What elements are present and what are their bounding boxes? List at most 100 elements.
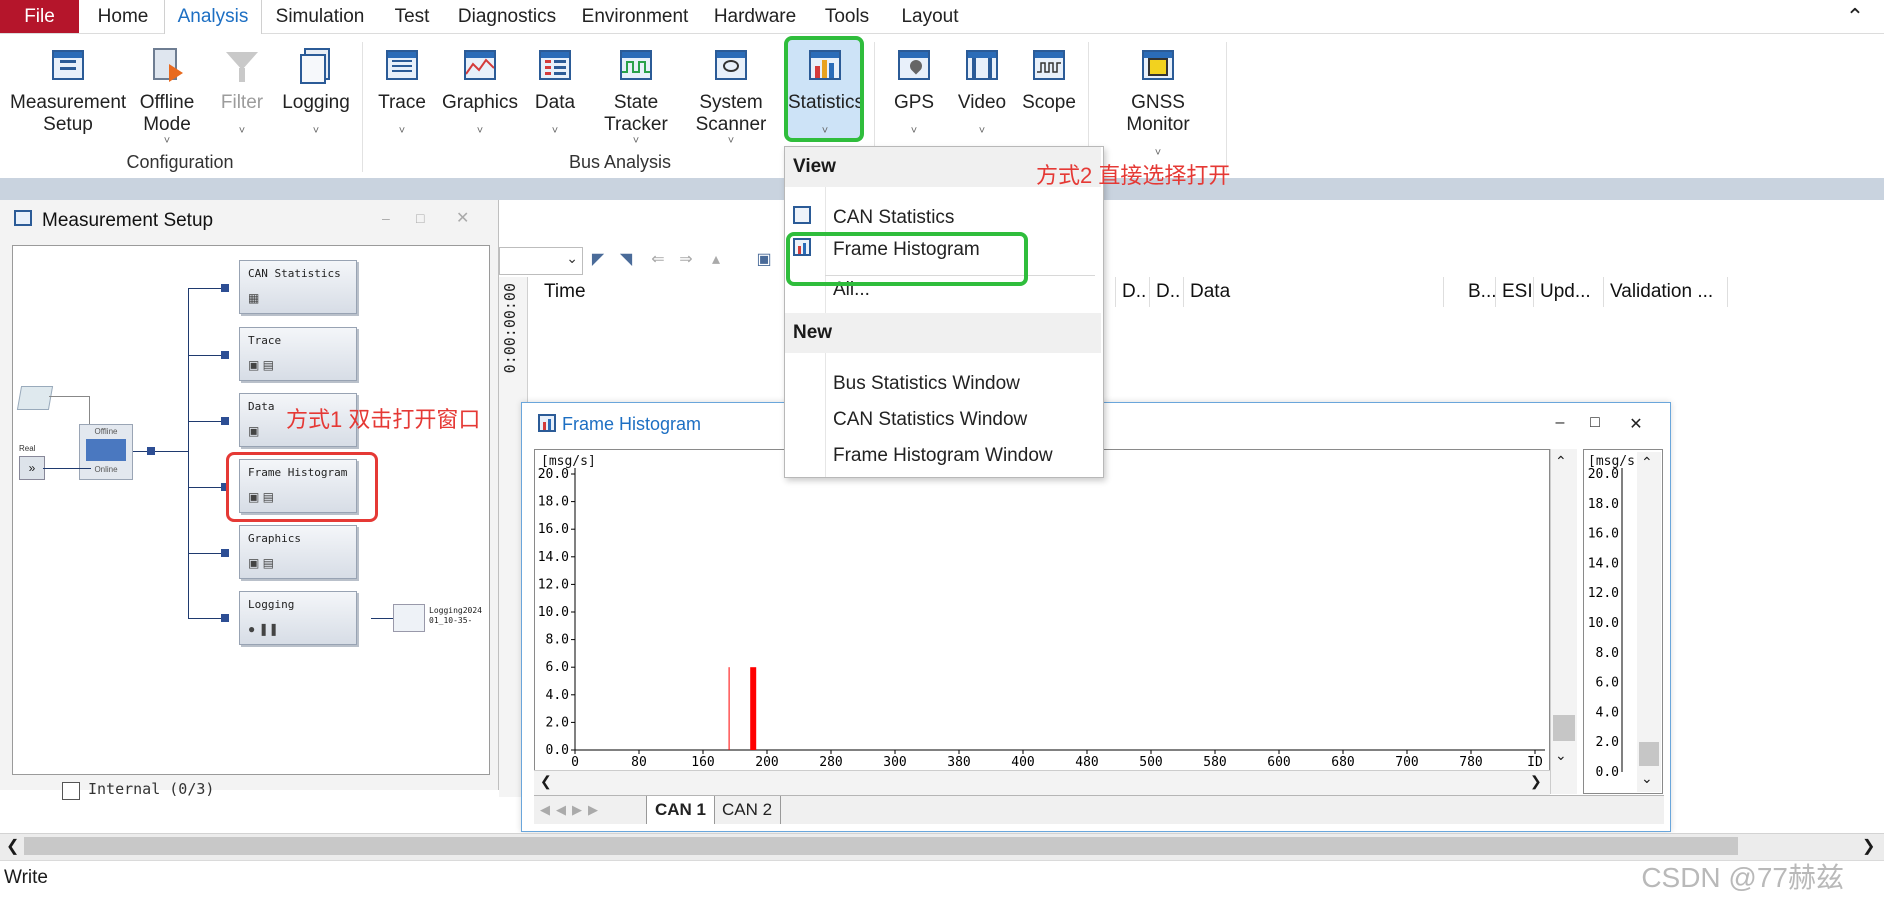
video-button[interactable]: Video ˅: [952, 34, 1012, 137]
x-tick-label: 280: [819, 755, 842, 770]
chevron-up-icon[interactable]: ⌃: [1555, 453, 1567, 470]
column-update[interactable]: Upd...: [1534, 277, 1604, 307]
collapse-ribbon-icon[interactable]: ⌃: [1840, 0, 1870, 33]
trace-icon: [382, 46, 422, 86]
real-source-icon[interactable]: »: [19, 456, 45, 480]
connector-node[interactable]: [221, 417, 229, 425]
binoculars-icon[interactable]: ◥: [615, 249, 637, 271]
block-logging[interactable]: Logging ● ❚❚: [239, 591, 357, 645]
binoculars-icon[interactable]: ◤: [587, 249, 609, 271]
maximize-icon[interactable]: □: [1585, 414, 1605, 432]
chevron-down-icon: ˅: [727, 135, 735, 147]
menu-diagnostics[interactable]: Diagnostics: [452, 0, 562, 33]
secondary-y-tick-label: 12.0: [1588, 586, 1619, 601]
connector-node[interactable]: [221, 284, 229, 292]
menu-simulation[interactable]: Simulation: [268, 0, 372, 33]
menu-item-can-statistics[interactable]: CAN Statistics: [833, 207, 954, 229]
menu-environment[interactable]: Environment: [576, 0, 694, 33]
tab-navigation-icons[interactable]: ◀◀▶▶: [540, 802, 604, 818]
column-brs[interactable]: B...: [1462, 277, 1497, 307]
column-validation[interactable]: Validation ...: [1604, 277, 1728, 307]
arrow-right-icon[interactable]: ⇒: [675, 249, 697, 271]
scope-button[interactable]: Scope: [1018, 34, 1080, 114]
column-data[interactable]: Data: [1184, 277, 1444, 307]
connector-node[interactable]: [221, 549, 229, 557]
menu-test[interactable]: Test: [384, 0, 440, 33]
chevron-up-icon[interactable]: ⌃: [1641, 454, 1653, 471]
menu-item-frame-histogram-window[interactable]: Frame Histogram Window: [833, 445, 1053, 467]
arrow-left-icon[interactable]: ⇐: [647, 249, 669, 271]
menu-file[interactable]: File: [0, 0, 79, 33]
scrollbar-thumb[interactable]: [1639, 742, 1659, 766]
chevron-left-icon[interactable]: ❮: [6, 836, 19, 856]
menu-item-bus-statistics-window[interactable]: Bus Statistics Window: [833, 373, 1020, 395]
scrollbar-thumb[interactable]: [1553, 715, 1575, 741]
column-time[interactable]: Time: [538, 277, 788, 307]
window-icon[interactable]: ▣: [753, 249, 775, 271]
x-tick-label: 600: [1267, 755, 1290, 770]
connector-node[interactable]: [221, 351, 229, 359]
graphics-button[interactable]: Graphics ˅: [440, 34, 520, 137]
x-tick-label: ID: [1527, 755, 1543, 770]
menu-item-can-statistics-window[interactable]: CAN Statistics Window: [833, 409, 1027, 431]
data-button[interactable]: Data ˅: [530, 34, 580, 137]
system-scanner-button[interactable]: System Scanner ˅: [688, 34, 774, 147]
scrollbar-thumb[interactable]: [24, 837, 1738, 855]
x-tick-label: 0: [571, 755, 579, 770]
logging-button[interactable]: Logging ˅: [280, 34, 352, 137]
connector-node[interactable]: [147, 447, 155, 455]
gps-button[interactable]: GPS ˅: [886, 34, 942, 137]
tab-can-2[interactable]: CAN 2: [714, 796, 782, 824]
close-icon[interactable]: ✕: [1626, 414, 1646, 434]
chevron-down-icon[interactable]: ⌄: [1555, 747, 1567, 764]
block-trace[interactable]: Trace ▣ ▤: [239, 327, 357, 381]
offline-mode-button[interactable]: Offline Mode ˅: [132, 34, 202, 147]
minimize-icon[interactable]: –: [1550, 414, 1570, 432]
minimize-icon[interactable]: –: [382, 210, 390, 226]
column-esi[interactable]: ESI: [1496, 277, 1534, 307]
trace-button[interactable]: Trace ˅: [372, 34, 432, 137]
state-tracker-button[interactable]: State Tracker ˅: [590, 34, 682, 147]
menu-section-new: New: [785, 313, 1101, 353]
offline-online-switch[interactable]: Offline Online: [79, 424, 133, 480]
chevron-left-icon[interactable]: ❮: [540, 773, 552, 790]
connector-node[interactable]: [221, 614, 229, 622]
maximize-icon[interactable]: □: [416, 210, 424, 226]
marker-icon[interactable]: ▴: [705, 249, 727, 271]
menu-layout[interactable]: Layout: [892, 0, 968, 33]
menu-tools[interactable]: Tools: [814, 0, 880, 33]
close-icon[interactable]: ✕: [456, 208, 469, 228]
menu-hardware[interactable]: Hardware: [708, 0, 802, 33]
chevron-down-icon[interactable]: ⌄: [1641, 770, 1653, 787]
gnss-monitor-button[interactable]: GNSS Monitor ˅: [1098, 34, 1218, 159]
chevron-right-icon[interactable]: ❯: [1862, 836, 1875, 856]
offline-mode-icon: [147, 46, 187, 86]
x-tick-label: 300: [883, 755, 906, 770]
menu-home[interactable]: Home: [88, 0, 158, 33]
statistics-highlight-box: [784, 36, 864, 142]
measurement-setup-button[interactable]: Measurement Setup: [10, 34, 126, 136]
block-can-statistics[interactable]: CAN Statistics ▦: [239, 260, 357, 314]
system-scanner-label: System Scanner: [695, 92, 767, 135]
secondary-vertical-scrollbar[interactable]: ⌃ ⌄: [1637, 452, 1661, 792]
column-d1[interactable]: D..: [1116, 277, 1150, 307]
column-d2[interactable]: D..: [1150, 277, 1184, 307]
filter-button[interactable]: Filter ˅: [216, 34, 268, 137]
trace-filter-select[interactable]: ⌄: [499, 247, 583, 275]
offline-label: Offline: [94, 427, 118, 436]
block-label: Data: [248, 400, 275, 413]
tab-can-1[interactable]: CAN 1: [646, 796, 716, 824]
plot-horizontal-scrollbar[interactable]: ❮ ❯: [534, 770, 1550, 795]
write-label: Write: [4, 867, 48, 888]
chevron-right-icon[interactable]: ❯: [1530, 773, 1542, 790]
menu-analysis[interactable]: Analysis: [164, 0, 262, 34]
trace-label: Trace: [378, 92, 426, 113]
watermark: CSDN @77赫兹: [1641, 862, 1844, 893]
plot-vertical-scrollbar[interactable]: ⌃ ⌄: [1550, 449, 1577, 794]
measurement-setup-label: Measurement Setup: [10, 92, 127, 135]
block-graphics[interactable]: Graphics ▣ ▤: [239, 525, 357, 579]
frame-histogram-icon: [536, 412, 558, 434]
chevron-down-icon: ˅: [312, 125, 320, 137]
internal-checkbox[interactable]: [62, 782, 80, 800]
secondary-y-tick-label: 6.0: [1596, 676, 1619, 691]
